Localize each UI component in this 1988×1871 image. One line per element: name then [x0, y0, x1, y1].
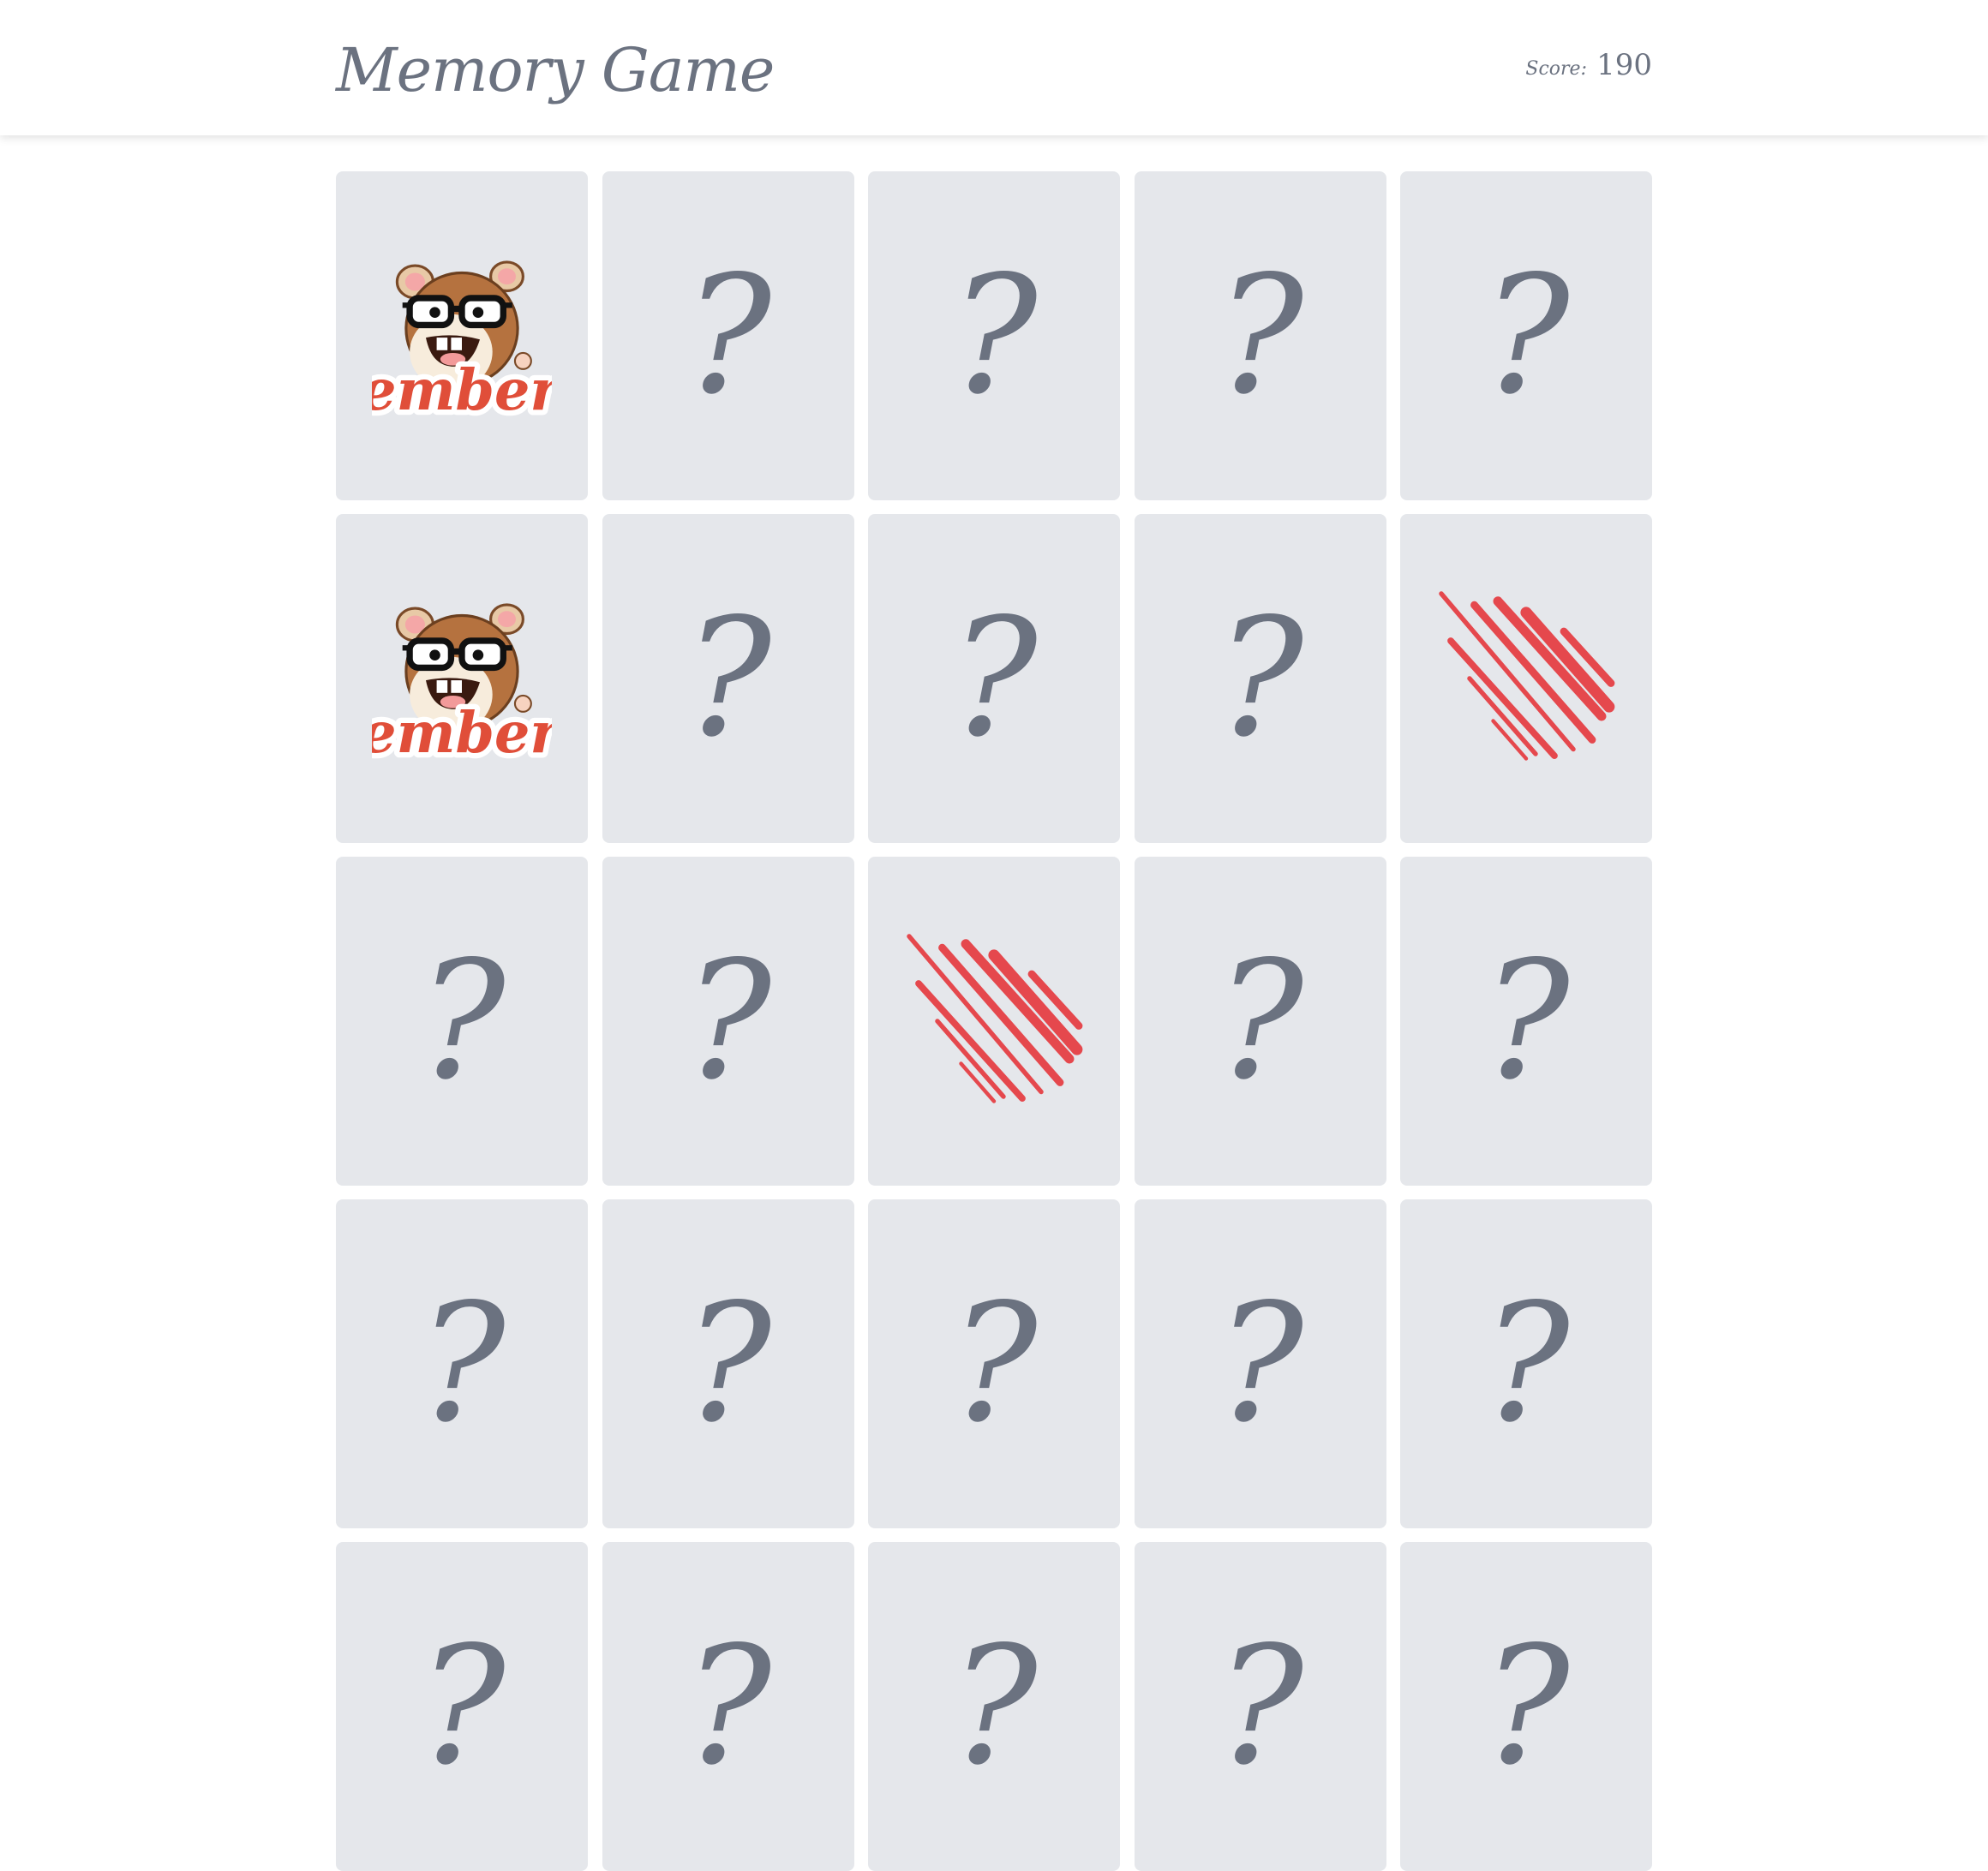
meteor-icon — [907, 934, 1083, 1103]
question-mark-icon: ? — [950, 1269, 1038, 1458]
card-hidden[interactable]: ? — [336, 1199, 588, 1528]
question-mark-icon: ? — [950, 241, 1038, 430]
card-hidden[interactable]: ? — [336, 857, 588, 1186]
card-revealed-meteor[interactable] — [868, 857, 1120, 1186]
card-hidden[interactable]: ? — [1134, 1199, 1386, 1528]
question-mark-icon: ? — [1216, 926, 1304, 1115]
question-mark-icon: ? — [950, 1611, 1038, 1801]
question-mark-icon: ? — [684, 241, 772, 430]
card-hidden[interactable]: ? — [868, 1542, 1120, 1871]
card-grid: ember ember ???? ember ember ??? ? ? ? ?… — [336, 171, 1652, 1871]
card-hidden[interactable]: ? — [868, 514, 1120, 843]
question-mark-icon: ? — [684, 926, 772, 1115]
card-revealed-ember[interactable]: ember ember — [336, 514, 588, 843]
meteor-icon — [1439, 591, 1615, 761]
card-hidden[interactable]: ? — [602, 514, 854, 843]
question-mark-icon: ? — [418, 1269, 506, 1458]
question-mark-icon: ? — [1216, 1611, 1304, 1801]
page-title: Memory Game — [336, 35, 775, 105]
card-hidden[interactable]: ? — [1134, 514, 1386, 843]
ember-hamster-icon: ember ember — [372, 603, 552, 768]
question-mark-icon: ? — [1216, 1269, 1304, 1458]
question-mark-icon: ? — [684, 583, 772, 773]
ember-logo-text: ember — [372, 358, 552, 423]
question-mark-icon: ? — [1482, 1611, 1570, 1801]
question-mark-icon: ? — [950, 583, 1038, 773]
ember-hamster-icon: ember ember — [372, 260, 552, 426]
card-hidden[interactable]: ? — [1400, 857, 1652, 1186]
question-mark-icon: ? — [1482, 241, 1570, 430]
card-hidden[interactable]: ? — [1400, 171, 1652, 500]
card-revealed-meteor[interactable] — [1400, 514, 1652, 843]
score-display: Score: 190 — [1525, 48, 1652, 82]
score-label: Score: — [1525, 58, 1587, 80]
card-revealed-ember[interactable]: ember ember — [336, 171, 588, 500]
question-mark-icon: ? — [684, 1269, 772, 1458]
question-mark-icon: ? — [418, 926, 506, 1115]
score-value: 190 — [1596, 48, 1652, 82]
top-bar: Memory Game Score: 190 — [0, 0, 1988, 135]
card-hidden[interactable]: ? — [868, 1199, 1120, 1528]
card-hidden[interactable]: ? — [1134, 1542, 1386, 1871]
card-hidden[interactable]: ? — [602, 1199, 854, 1528]
card-hidden[interactable]: ? — [868, 171, 1120, 500]
card-hidden[interactable]: ? — [602, 1542, 854, 1871]
card-hidden[interactable]: ? — [602, 857, 854, 1186]
ember-logo-text: ember — [372, 701, 552, 766]
card-hidden[interactable]: ? — [1400, 1542, 1652, 1871]
card-hidden[interactable]: ? — [602, 171, 854, 500]
question-mark-icon: ? — [1482, 926, 1570, 1115]
question-mark-icon: ? — [684, 1611, 772, 1801]
question-mark-icon: ? — [418, 1611, 506, 1801]
question-mark-icon: ? — [1482, 1269, 1570, 1458]
question-mark-icon: ? — [1216, 583, 1304, 773]
question-mark-icon: ? — [1216, 241, 1304, 430]
card-hidden[interactable]: ? — [1400, 1199, 1652, 1528]
card-hidden[interactable]: ? — [1134, 857, 1386, 1186]
card-hidden[interactable]: ? — [1134, 171, 1386, 500]
card-hidden[interactable]: ? — [336, 1542, 588, 1871]
